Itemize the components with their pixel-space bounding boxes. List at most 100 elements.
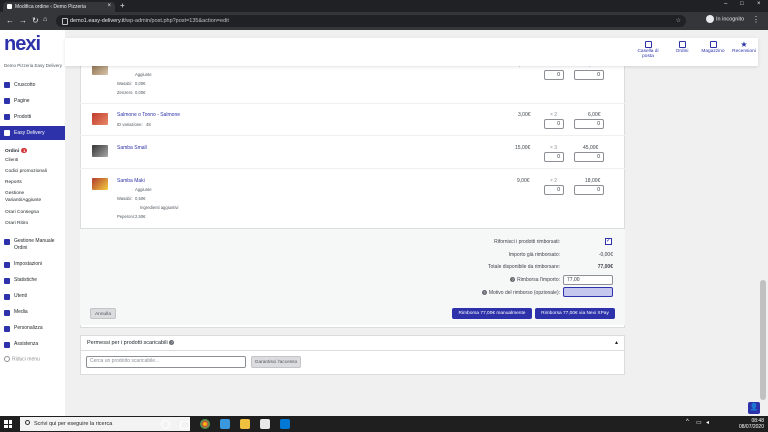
refund-amount-label: ? Rimborsa l'importo: — [510, 277, 560, 283]
user-account-icon[interactable]: 👤 — [748, 402, 760, 414]
scrollbar-thumb[interactable] — [760, 280, 766, 400]
cancel-button[interactable]: Annulla — [90, 308, 116, 319]
products-icon — [4, 114, 10, 120]
volume-icon[interactable]: ◂ — [706, 419, 712, 427]
refund-total-input[interactable]: 0 — [574, 119, 604, 129]
submenu-orari-ritiro[interactable]: Orari Ritiro — [5, 221, 28, 226]
refund-reason-input[interactable] — [563, 287, 613, 297]
page-scrollbar[interactable] — [758, 30, 768, 416]
product-meta-value: 0,00€ — [135, 81, 146, 86]
product-name[interactable]: Samba Maki — [117, 178, 145, 184]
bookmark-star-icon[interactable]: ☆ — [676, 17, 681, 24]
submenu-reports[interactable]: Reports — [5, 180, 22, 185]
nexi-logo[interactable]: nexi — [4, 33, 41, 56]
support-icon — [4, 342, 10, 348]
new-tab-icon[interactable]: + — [120, 1, 125, 10]
refund-manual-button[interactable]: Rimborsa 77,00€ manualmente — [452, 308, 532, 319]
refund-qty-input[interactable]: 0 — [544, 119, 564, 129]
refund-xpay-button[interactable]: Rimborsa 77,00€ via Nexi XPay — [535, 308, 615, 319]
warehouse-icon — [709, 41, 717, 48]
help-icon[interactable]: ? — [169, 340, 175, 345]
permissions-title: Permessi per i prodotti scaricabili — [87, 340, 168, 346]
submenu-codici-promozionali[interactable]: Codici promozionali — [5, 169, 47, 174]
close-tab-icon[interactable]: × — [107, 3, 111, 9]
collapse-icon — [4, 356, 10, 362]
mail-taskbar-icon[interactable] — [280, 419, 290, 429]
incognito-icon — [706, 15, 714, 23]
address-bar[interactable]: demo1.easy-delivery.it/wp-admin/post.php… — [56, 15, 686, 27]
sidebar-item-gestione-manuale[interactable]: Gestione Manuale Ordini — [14, 238, 55, 252]
site-name[interactable]: Demo Pizzeria Easy Delivery — [4, 63, 62, 68]
refund-qty-input[interactable]: 0 — [544, 70, 564, 80]
topnav-recensioni[interactable]: ★ Recensioni — [727, 40, 761, 55]
topnav-ordini[interactable]: Ordini — [665, 41, 699, 54]
sidebar-item-prodotti[interactable]: Prodotti — [0, 110, 65, 124]
restock-checkbox[interactable]: ✓ — [605, 238, 612, 245]
incognito-label: In incognito — [716, 16, 745, 23]
url-path: /wp-admin/post.php?post=135&action=edit — [124, 18, 229, 24]
explorer-taskbar-icon[interactable] — [240, 419, 250, 429]
product-thumbnail — [92, 113, 108, 125]
product-name[interactable]: Salmone o Tonno - Salmone — [117, 112, 180, 118]
refund-total-input[interactable]: 0 — [574, 70, 604, 80]
store-taskbar-icon[interactable] — [260, 419, 270, 429]
unit-price: 3,00€ — [518, 112, 531, 118]
refund-total-input[interactable]: 0 — [574, 152, 604, 162]
sidebar-item-utenti[interactable]: Utenti — [14, 293, 27, 300]
close-window-icon[interactable]: × — [757, 1, 761, 7]
restock-label: Rifornisci i prodotti rimborsati: — [494, 239, 560, 245]
reviews-star-icon: ★ — [740, 40, 748, 49]
downloadable-product-search[interactable]: Cerca un prodotto scaricabile... — [86, 356, 246, 368]
available-refund-label: Totale disponibile da rimborsare: — [488, 264, 560, 270]
browser-tab[interactable]: Modifica ordine ‹ Demo Pizzeria × — [3, 2, 115, 12]
submenu-orari-consegna[interactable]: Orari Consegna — [5, 210, 39, 215]
topnav-magazzino[interactable]: Magazzino — [696, 41, 730, 54]
incognito-indicator[interactable]: In incognito — [706, 15, 744, 27]
submenu-clienti[interactable]: Clienti — [5, 158, 18, 163]
refund-qty-input[interactable]: 0 — [544, 152, 564, 162]
already-refunded-value: -0,00€ — [598, 252, 613, 258]
taskbar-clock[interactable]: 08:48 08/07/2020 — [739, 418, 764, 430]
help-icon[interactable]: ? — [481, 290, 487, 295]
tray-up-icon[interactable]: ^ — [686, 419, 692, 427]
home-icon[interactable]: ⌂ — [43, 16, 47, 23]
network-icon[interactable]: ▭ — [696, 419, 702, 427]
sidebar-item-assistenza[interactable]: Assistenza — [14, 341, 38, 348]
top-quick-nav: Casella di posta Ordini Magazzino ★ Recens… — [65, 38, 758, 66]
back-icon[interactable]: ← — [6, 16, 14, 25]
product-meta-key: Wasabi: — [117, 196, 132, 201]
chrome-taskbar-icon[interactable] — [200, 419, 210, 429]
refund-reason-label: ? Motivo del rimborso (opzionale): — [481, 290, 560, 296]
browser-menu-icon[interactable]: ⋮ — [752, 15, 760, 24]
sidebar-item-media[interactable]: Media — [14, 309, 28, 316]
refund-amount-input[interactable]: 77,00 — [563, 275, 613, 285]
submenu-gestione[interactable]: Gestione — [5, 191, 24, 196]
windows-start-icon[interactable] — [4, 420, 12, 428]
quantity: × 2 — [550, 178, 558, 184]
collapse-toggle-icon[interactable]: ▴ — [615, 339, 618, 346]
submenu-varianti-aggiunte[interactable]: Varianti/Aggiunte — [5, 198, 41, 203]
reload-icon[interactable]: ↻ — [32, 16, 39, 25]
help-icon[interactable]: ? — [510, 277, 516, 282]
forward-icon[interactable]: → — [19, 16, 27, 25]
minimize-icon[interactable]: – — [724, 1, 727, 7]
refund-qty-input[interactable]: 0 — [544, 185, 564, 195]
refund-total-input[interactable]: 0 — [574, 185, 604, 195]
delivery-icon — [4, 130, 10, 136]
edge-taskbar-icon[interactable] — [220, 419, 230, 429]
cortana-icon[interactable] — [161, 420, 170, 429]
submenu-ordini[interactable]: Ordini 1 — [5, 148, 28, 154]
sidebar-item-cruscotto[interactable]: Cruscotto — [0, 78, 65, 92]
product-name[interactable]: Samba Small — [117, 145, 147, 151]
sidebar-item-personalizza[interactable]: Personalizza — [14, 325, 43, 332]
sidebar-item-easy-delivery[interactable]: Easy Delivery — [0, 126, 65, 140]
maximize-icon[interactable]: □ — [740, 1, 744, 7]
grant-access-button[interactable]: Garantisci l'accesso — [251, 356, 301, 368]
sidebar-item-pagine[interactable]: Pagine — [0, 94, 65, 108]
sidebar-item-impostazioni[interactable]: Impostazioni — [14, 261, 42, 268]
task-view-icon[interactable] — [180, 421, 190, 429]
available-refund-value: 77,00€ — [597, 264, 613, 270]
topnav-casella-di-posta[interactable]: Casella di posta — [631, 41, 665, 59]
collapse-menu-button[interactable]: Riduci menu — [4, 356, 40, 362]
sidebar-item-statistiche[interactable]: Statistiche — [14, 277, 37, 284]
